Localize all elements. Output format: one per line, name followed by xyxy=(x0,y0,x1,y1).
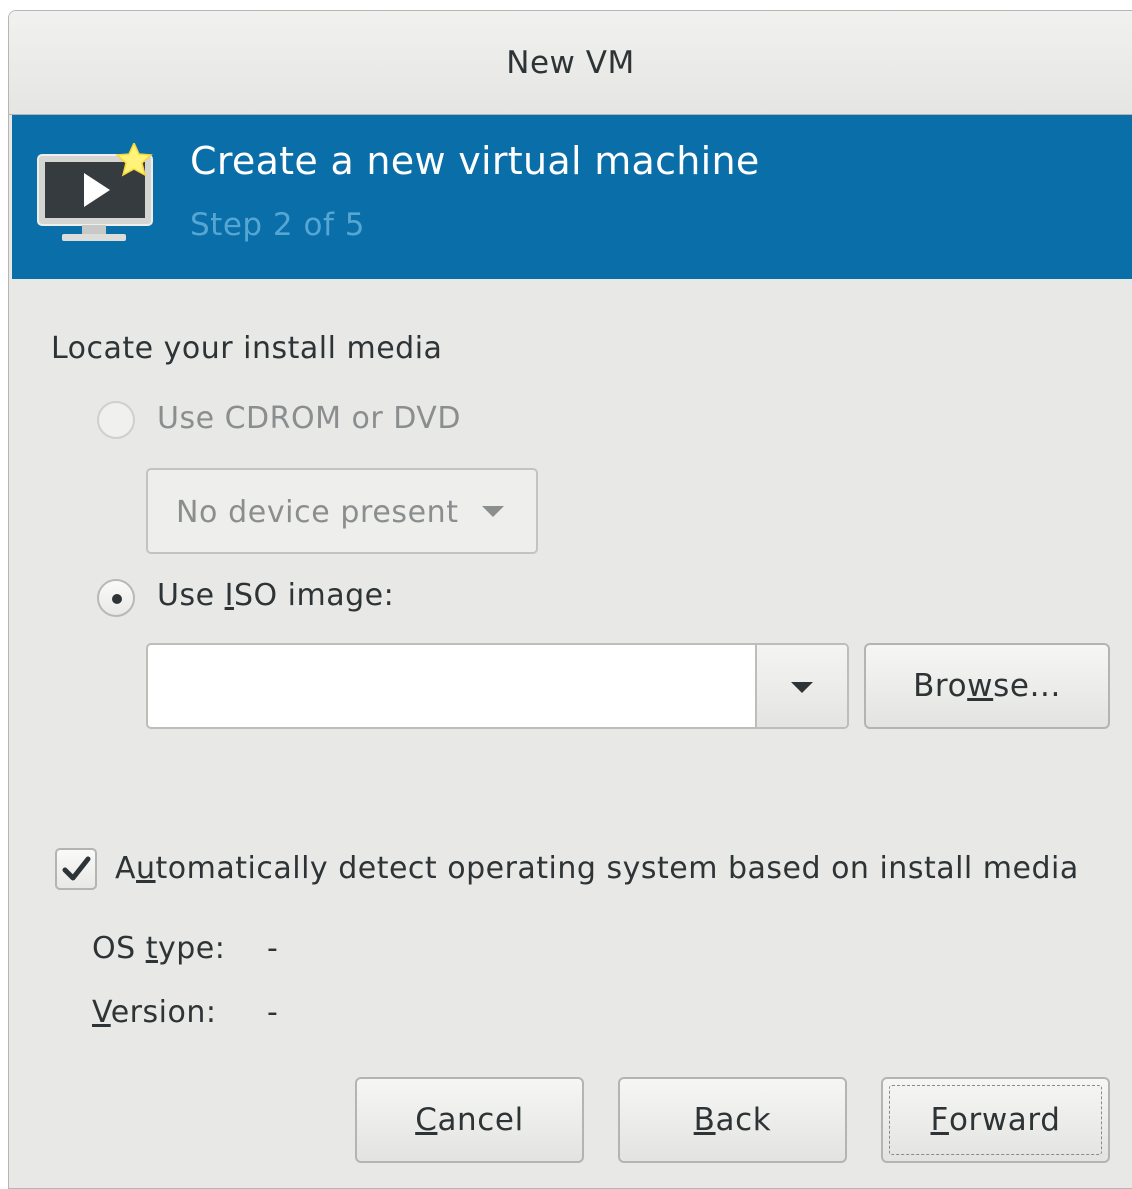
checkmark-icon xyxy=(62,856,91,881)
window-title: New VM xyxy=(506,44,635,81)
os-type-label: OS type: xyxy=(92,931,226,966)
iso-radio[interactable] xyxy=(97,579,135,617)
chevron-down-icon xyxy=(482,506,504,517)
os-type-value: - xyxy=(267,931,279,966)
cdrom-device-value: No device present xyxy=(176,495,459,530)
cancel-button[interactable]: Cancel xyxy=(355,1077,584,1163)
browse-button[interactable]: Bro w se... xyxy=(864,643,1110,729)
iso-option-label: Use ISO image: xyxy=(157,578,395,613)
title-bar[interactable]: New VM xyxy=(9,11,1132,115)
version-label: Version: xyxy=(92,995,217,1030)
cdrom-option-label: Use CDROM or DVD xyxy=(157,401,461,436)
cdrom-device-select[interactable]: No device present xyxy=(146,468,538,554)
iso-history-dropdown-button[interactable] xyxy=(755,645,847,727)
cdrom-radio[interactable] xyxy=(97,401,135,439)
monitor-play-icon xyxy=(37,143,153,241)
wizard-header: Create a new virtual machine Step 2 of 5 xyxy=(12,115,1132,279)
install-media-label: Locate your install media xyxy=(51,331,443,366)
new-vm-dialog: New VM Create a new virtual machine Step… xyxy=(8,10,1132,1189)
wizard-title: Create a new virtual machine xyxy=(190,139,760,183)
iso-path-input[interactable] xyxy=(148,645,758,727)
forward-button[interactable]: Forward xyxy=(881,1077,1110,1163)
chevron-down-icon xyxy=(791,682,813,693)
iso-path-combo xyxy=(146,643,849,729)
back-button[interactable]: Back xyxy=(618,1077,847,1163)
version-value: - xyxy=(267,995,279,1030)
wizard-step: Step 2 of 5 xyxy=(190,207,365,243)
auto-detect-checkbox[interactable] xyxy=(55,848,97,890)
auto-detect-label: Automatically detect operating system ba… xyxy=(115,851,1079,886)
